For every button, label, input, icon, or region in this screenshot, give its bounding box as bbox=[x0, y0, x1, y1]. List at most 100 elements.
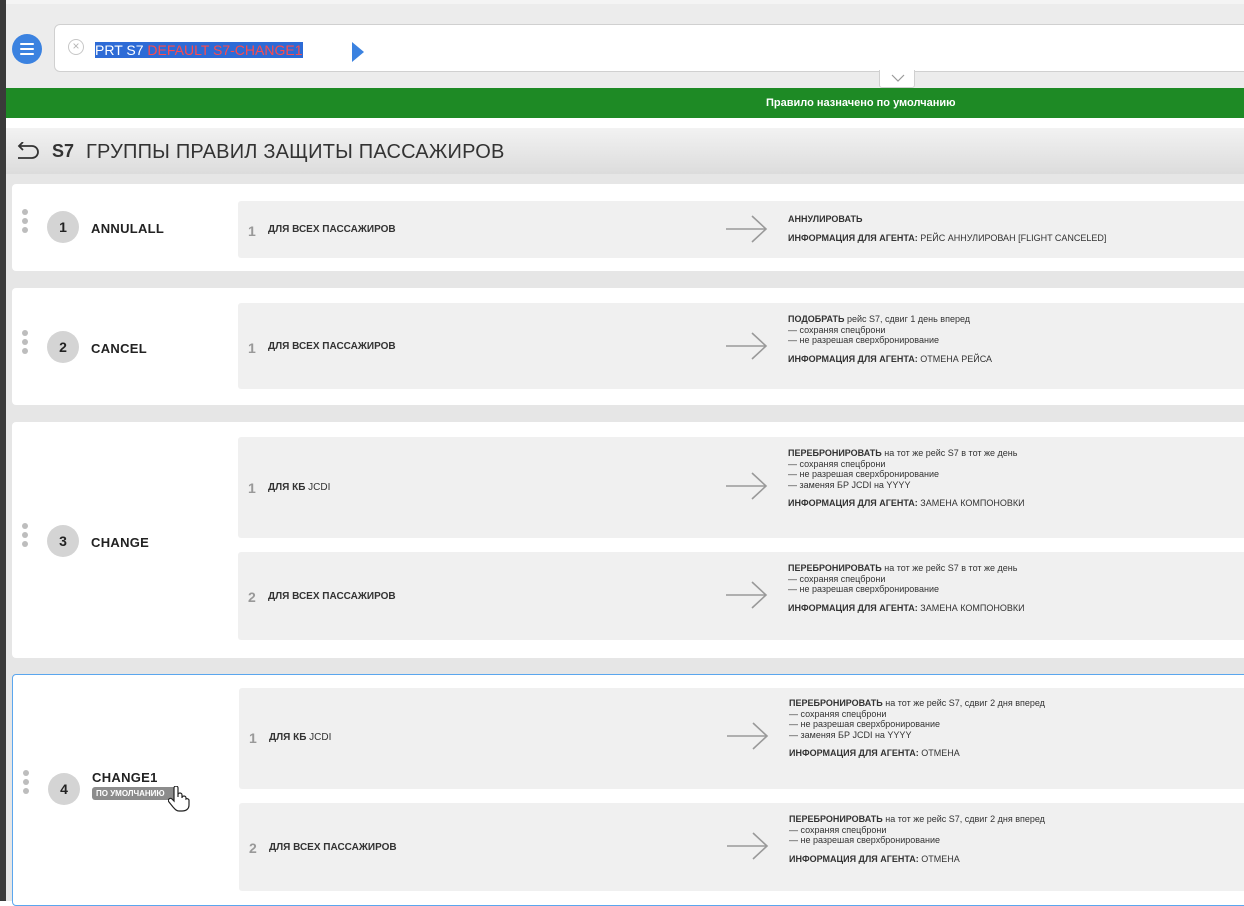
condition-text: ДЛЯ ВСЕХ ПАССАЖИРОВ bbox=[268, 591, 396, 602]
hamburger-menu-icon[interactable] bbox=[12, 34, 42, 64]
rule-action: ПЕРЕБРОНИРОВАТЬ на тот же рейс S7 в тот … bbox=[788, 563, 1025, 613]
rule-number: 2 bbox=[249, 840, 257, 856]
action-verb: ПЕРЕБРОНИРОВАТЬ bbox=[789, 698, 883, 708]
action-detail: — сохраняя спецброни bbox=[788, 458, 886, 469]
action-detail: — сохраняя спецброни bbox=[788, 573, 886, 584]
arrow-right-icon bbox=[726, 581, 768, 609]
agent-info-label: ИНФОРМАЦИЯ ДЛЯ АГЕНТА: bbox=[789, 853, 919, 864]
group-number: 2 bbox=[47, 331, 79, 363]
rule-number: 1 bbox=[249, 730, 257, 746]
command-bar: × PRT S7 DEFAULT S7-CHANGE1 bbox=[6, 4, 1244, 88]
rule-row[interactable]: 1 ДЛЯ КБ JCDI ПЕРЕБРОНИРОВАТЬ на тот же … bbox=[238, 437, 1244, 538]
default-badge[interactable]: ПО УМОЛЧАНИЮ bbox=[92, 787, 178, 800]
group-number: 4 bbox=[48, 773, 80, 805]
group-name: CHANGE bbox=[91, 535, 150, 550]
command-input[interactable]: × PRT S7 DEFAULT S7-CHANGE1 bbox=[54, 24, 1244, 72]
agent-info-value: ОТМЕНА bbox=[918, 748, 960, 758]
action-detail: — сохраняя спецброни bbox=[789, 708, 887, 719]
clear-circle-x-icon[interactable]: × bbox=[68, 39, 84, 55]
drag-handle-icon[interactable] bbox=[22, 523, 28, 550]
command-text-part1: PRT S7 bbox=[95, 42, 148, 58]
carrier-code: S7 bbox=[52, 141, 75, 161]
app-window: × PRT S7 DEFAULT S7-CHANGE1 Правило назн… bbox=[6, 4, 1244, 906]
rule-condition: ДЛЯ ВСЕХ ПАССАЖИРОВ bbox=[268, 224, 396, 235]
action-verb: ПОДОБРАТЬ bbox=[788, 314, 845, 324]
arrow-right-icon bbox=[726, 215, 768, 243]
action-detail: — заменяя БР JCDI на YYYY bbox=[789, 729, 912, 740]
agent-info-label: ИНФОРМАЦИЯ ДЛЯ АГЕНТА: bbox=[788, 353, 918, 364]
rule-group[interactable]: 1 ANNULALL 1 ДЛЯ ВСЕХ ПАССАЖИРОВ АННУЛИР… bbox=[12, 184, 1244, 271]
action-text: на тот же рейс S7, сдвиг 2 дня вперед bbox=[882, 814, 1045, 824]
condition-text: ДЛЯ КБ bbox=[268, 482, 306, 493]
rule-row[interactable]: 1 ДЛЯ ВСЕХ ПАССАЖИРОВ ПОДОБРАТЬ рейс S7,… bbox=[238, 303, 1244, 389]
rule-action: ПЕРЕБРОНИРОВАТЬ на тот же рейс S7, сдвиг… bbox=[789, 698, 1045, 759]
command-text-part2: DEFAULT S7-CHANGE1 bbox=[147, 42, 303, 58]
rule-condition: ДЛЯ КБ JCDI bbox=[268, 482, 330, 493]
drag-handle-icon[interactable] bbox=[23, 770, 29, 797]
agent-info-label: ИНФОРМАЦИЯ ДЛЯ АГЕНТА: bbox=[788, 498, 918, 508]
drag-handle-icon[interactable] bbox=[22, 330, 28, 357]
action-detail: — не разрешая сверхбронирование bbox=[788, 335, 939, 345]
condition-text: ДЛЯ ВСЕХ ПАССАЖИРОВ bbox=[268, 224, 396, 235]
condition-text: ДЛЯ ВСЕХ ПАССАЖИРОВ bbox=[268, 341, 396, 352]
action-verb: ПЕРЕБРОНИРОВАТЬ bbox=[788, 563, 882, 573]
action-verb: ПЕРЕБРОНИРОВАТЬ bbox=[789, 814, 883, 824]
action-detail: — не разрешая сверхбронирование bbox=[789, 835, 940, 845]
status-notice-text: Правило назначено по умолчанию bbox=[766, 97, 956, 109]
action-detail: — не разрешая сверхбронирование bbox=[788, 584, 939, 594]
arrow-right-icon bbox=[726, 332, 768, 360]
action-detail: — не разрешая сверхбронирование bbox=[788, 469, 939, 479]
chevron-down-icon[interactable] bbox=[879, 70, 915, 88]
rule-row[interactable]: 2 ДЛЯ ВСЕХ ПАССАЖИРОВ ПЕРЕБРОНИРОВАТЬ на… bbox=[239, 803, 1244, 891]
arrow-right-icon bbox=[726, 472, 768, 500]
rule-condition: ДЛЯ ВСЕХ ПАССАЖИРОВ bbox=[269, 842, 397, 853]
action-detail: — сохраняя спецброни bbox=[788, 324, 886, 335]
rule-row[interactable]: 1 ДЛЯ КБ JCDI ПЕРЕБРОНИРОВАТЬ на тот же … bbox=[239, 688, 1244, 789]
status-notice: Правило назначено по умолчанию bbox=[6, 88, 1244, 118]
rule-condition: ДЛЯ ВСЕХ ПАССАЖИРОВ bbox=[268, 341, 396, 352]
agent-info-label: ИНФОРМАЦИЯ ДЛЯ АГЕНТА: bbox=[789, 748, 919, 758]
agent-info-label: ИНФОРМАЦИЯ ДЛЯ АГЕНТА: bbox=[788, 602, 918, 613]
rule-groups-list: 1 ANNULALL 1 ДЛЯ ВСЕХ ПАССАЖИРОВ АННУЛИР… bbox=[6, 174, 1244, 906]
agent-info-value: ОТМЕНА РЕЙСА bbox=[917, 353, 993, 364]
group-name: ANNULALL bbox=[91, 221, 165, 236]
action-detail: — не разрешая сверхбронирование bbox=[789, 719, 940, 729]
rule-action: ПЕРЕБРОНИРОВАТЬ на тот же рейс S7 в тот … bbox=[788, 448, 1025, 509]
condition-text: ДЛЯ КБ bbox=[269, 732, 307, 743]
rule-group[interactable]: 3 CHANGE 1 ДЛЯ КБ JCDI ПЕРЕБРОНИРОВАТЬ н… bbox=[12, 422, 1244, 658]
arrow-right-icon bbox=[727, 832, 769, 860]
page-header: S7 ГРУППЫ ПРАВИЛ ЗАЩИТЫ ПАССАЖИРОВ bbox=[6, 128, 1244, 175]
drag-handle-icon[interactable] bbox=[22, 209, 28, 236]
page-title: ГРУППЫ ПРАВИЛ ЗАЩИТЫ ПАССАЖИРОВ bbox=[86, 141, 505, 163]
action-text: на тот же рейс S7 в тот же день bbox=[881, 448, 1018, 458]
action-text: на тот же рейс S7 в тот же день bbox=[881, 563, 1018, 573]
command-text[interactable]: PRT S7 DEFAULT S7-CHANGE1 bbox=[95, 41, 303, 59]
group-name: CANCEL bbox=[91, 341, 147, 356]
rule-group[interactable]: 2 CANCEL 1 ДЛЯ ВСЕХ ПАССАЖИРОВ ПОДОБРАТЬ… bbox=[12, 288, 1244, 405]
condition-sub: JCDI bbox=[306, 732, 332, 743]
action-text: рейс S7, сдвиг 1 день вперед bbox=[844, 314, 971, 324]
back-return-icon[interactable] bbox=[14, 142, 40, 160]
rule-row[interactable]: 1 ДЛЯ ВСЕХ ПАССАЖИРОВ АННУЛИРОВАТЬ ИНФОР… bbox=[238, 201, 1244, 258]
rule-action: ПОДОБРАТЬ рейс S7, сдвиг 1 день вперед —… bbox=[788, 314, 992, 364]
action-verb: ПЕРЕБРОНИРОВАТЬ bbox=[788, 448, 882, 458]
action-verb: АННУЛИРОВАТЬ bbox=[788, 214, 863, 224]
rule-number: 1 bbox=[248, 340, 256, 356]
rule-group-selected[interactable]: 4 CHANGE1 ПО УМОЛЧАНИЮ 1 ДЛЯ КБ JCDI ПЕР… bbox=[12, 674, 1244, 906]
action-detail: — заменяя БР JCDI на YYYY bbox=[788, 479, 911, 490]
action-text: на тот же рейс S7, сдвиг 2 дня вперед bbox=[882, 698, 1045, 708]
hand-pointer-icon bbox=[168, 786, 190, 812]
rule-number: 1 bbox=[248, 223, 256, 239]
rule-number: 2 bbox=[248, 589, 256, 605]
rule-row[interactable]: 2 ДЛЯ ВСЕХ ПАССАЖИРОВ ПЕРЕБРОНИРОВАТЬ на… bbox=[238, 552, 1244, 640]
rule-action: АННУЛИРОВАТЬ ИНФОРМАЦИЯ ДЛЯ АГЕНТА: РЕЙС… bbox=[788, 214, 1106, 243]
rule-number: 1 bbox=[248, 480, 256, 496]
condition-text: ДЛЯ ВСЕХ ПАССАЖИРОВ bbox=[269, 842, 397, 853]
rule-action: ПЕРЕБРОНИРОВАТЬ на тот же рейс S7, сдвиг… bbox=[789, 814, 1045, 864]
group-name: CHANGE1 bbox=[92, 770, 158, 785]
agent-info-label: ИНФОРМАЦИЯ ДЛЯ АГЕНТА: bbox=[788, 232, 918, 243]
group-number: 1 bbox=[47, 211, 79, 243]
group-number: 3 bbox=[47, 525, 79, 557]
play-arrow-icon[interactable] bbox=[352, 42, 364, 62]
arrow-right-icon bbox=[727, 722, 769, 750]
